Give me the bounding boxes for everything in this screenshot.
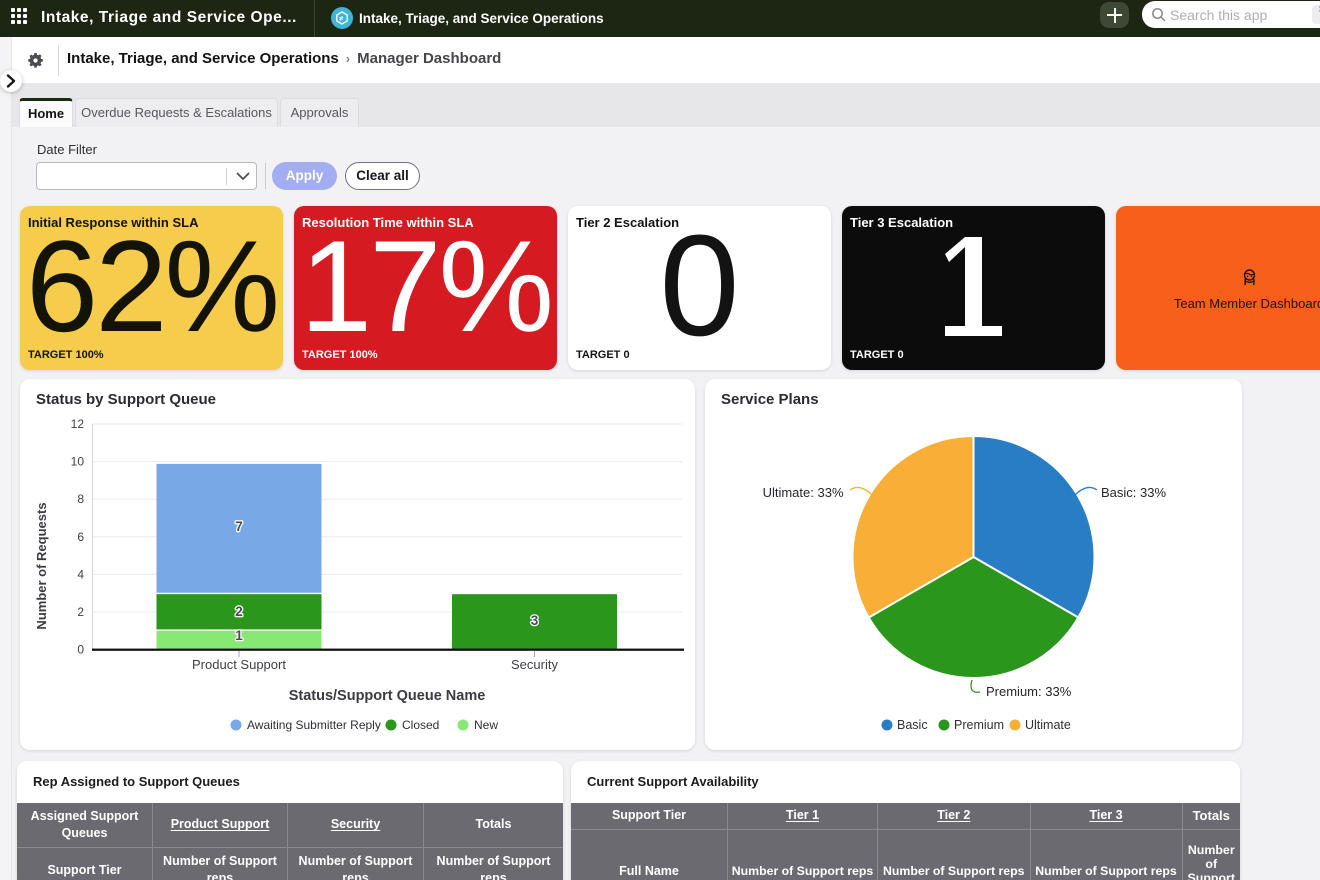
svg-text:12: 12 bbox=[71, 417, 85, 431]
svg-text:Premium: 33%: Premium: 33% bbox=[986, 684, 1072, 699]
svg-text:Awaiting Submitter Reply: Awaiting Submitter Reply bbox=[247, 718, 381, 732]
svg-text:1: 1 bbox=[235, 628, 243, 643]
svg-text:Basic: 33%: Basic: 33% bbox=[1101, 485, 1166, 500]
svg-text:Premium: Premium bbox=[954, 718, 1004, 732]
svg-text:3: 3 bbox=[531, 613, 539, 628]
svg-text:New: New bbox=[474, 718, 498, 732]
svg-text:0: 0 bbox=[77, 643, 84, 657]
svg-text:Ultimate: 33%: Ultimate: 33% bbox=[763, 485, 844, 500]
svg-text:10: 10 bbox=[71, 455, 85, 469]
svg-text:4: 4 bbox=[77, 567, 84, 581]
svg-text:Number of Requests: Number of Requests bbox=[34, 502, 49, 629]
svg-text:2: 2 bbox=[77, 605, 84, 619]
svg-text:Basic: Basic bbox=[897, 718, 928, 732]
svg-text:7: 7 bbox=[235, 519, 243, 534]
svg-text:Product Support: Product Support bbox=[192, 657, 286, 672]
svg-text:Closed: Closed bbox=[402, 718, 439, 732]
svg-text:Security: Security bbox=[511, 657, 558, 672]
svg-text:2: 2 bbox=[235, 604, 243, 619]
svg-text:Ultimate: Ultimate bbox=[1025, 718, 1071, 732]
svg-text:6: 6 bbox=[77, 530, 84, 544]
svg-text:Status/Support Queue Name: Status/Support Queue Name bbox=[289, 688, 486, 704]
svg-text:8: 8 bbox=[77, 492, 84, 506]
